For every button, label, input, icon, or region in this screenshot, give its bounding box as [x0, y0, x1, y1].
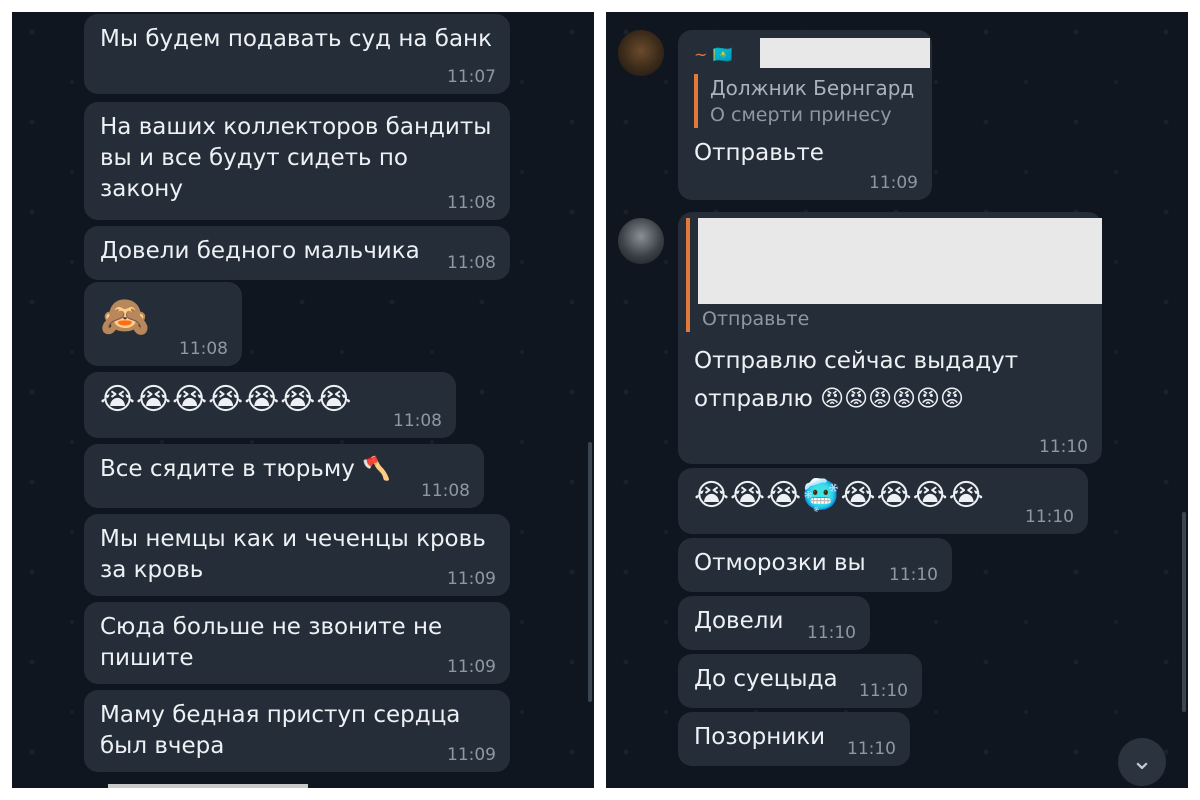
- message-time: 11:10: [847, 739, 896, 759]
- message-time: 11:10: [889, 565, 938, 585]
- message-time: 11:07: [447, 67, 496, 87]
- chevron-double-down-icon[interactable]: ⌄: [1118, 738, 1166, 786]
- message-text: Довели бедного мальчика: [100, 238, 420, 264]
- message-time: 11:08: [393, 411, 442, 431]
- message-time: 11:08: [179, 339, 228, 359]
- message-text: Отправлю сейчас выдадут отправлю 😡😡😡😡😡😡: [694, 348, 1019, 412]
- redacted-quote-author: [698, 218, 1102, 304]
- reply-message-bubble[interactable]: ~ 🇰🇿 Должник Бернгард О смерти принесу О…: [678, 30, 932, 200]
- quote-author: Должник Бернгард: [710, 76, 915, 100]
- message-text: На ваших коллекторов бандиты вы и все бу…: [100, 114, 492, 202]
- message-time: 11:08: [421, 481, 470, 501]
- message-bubble[interactable]: Довели бедного мальчика 11:08: [84, 226, 510, 280]
- message-time: 11:08: [447, 193, 496, 213]
- input-bar-edge: [108, 784, 308, 788]
- message-text: Мы будем подавать суд на банк: [100, 26, 492, 52]
- crying-emojis: 😭😭😭🥶😭😭😭😭: [694, 478, 985, 513]
- message-time: 11:10: [1025, 507, 1074, 527]
- message-bubble[interactable]: 😭😭😭🥶😭😭😭😭 11:10: [678, 468, 1088, 534]
- message-bubble[interactable]: Отморозки вы 11:10: [678, 538, 952, 592]
- crying-emojis: 😭😭😭😭😭😭😭: [100, 382, 353, 417]
- message-bubble[interactable]: Довели 11:10: [678, 596, 870, 650]
- message-bubble[interactable]: Мы будем подавать суд на банк 11:07: [84, 14, 510, 94]
- message-text: Отправьте: [694, 140, 824, 166]
- sender-name[interactable]: ~ 🇰🇿: [694, 45, 732, 64]
- monkey-emoji: 🙈: [100, 294, 151, 340]
- right-chat-panel: ~ 🇰🇿 Должник Бернгард О смерти принесу О…: [606, 12, 1188, 788]
- message-bubble[interactable]: 🙈 11:08: [84, 282, 242, 366]
- scrollbar[interactable]: [1182, 512, 1186, 712]
- message-text: Сюда больше не звоните не пишите: [100, 614, 443, 671]
- message-bubble[interactable]: На ваших коллекторов бандиты вы и все бу…: [84, 102, 510, 220]
- message-time: 11:10: [1039, 437, 1088, 457]
- quote-text: Отправьте: [702, 308, 810, 330]
- reply-quote[interactable]: Должник Бернгард О смерти принесу: [694, 74, 916, 128]
- message-time: 11:09: [447, 745, 496, 765]
- redacted-name: [760, 38, 930, 68]
- message-bubble[interactable]: Позорники 11:10: [678, 712, 910, 766]
- message-bubble[interactable]: Сюда больше не звоните не пишите 11:09: [84, 602, 510, 684]
- message-time: 11:08: [447, 253, 496, 273]
- reply-message-bubble[interactable]: Отправьте Отправлю сейчас выдадут отправ…: [678, 212, 1102, 464]
- message-bubble[interactable]: Все сядите в тюрьму 🪓 11:08: [84, 444, 484, 508]
- message-text: Маму бедная приступ сердца был вчера: [100, 702, 461, 759]
- message-text: Все сядите в тюрьму 🪓: [100, 456, 391, 482]
- message-time: 11:10: [859, 681, 908, 701]
- message-time: 11:09: [869, 173, 918, 193]
- message-time: 11:09: [447, 657, 496, 677]
- message-time: 11:10: [807, 623, 856, 643]
- message-text: Мы немцы как и чеченцы кровь за кровь: [100, 526, 486, 583]
- sender-avatar[interactable]: [618, 218, 664, 264]
- message-bubble[interactable]: 😭😭😭😭😭😭😭 11:08: [84, 372, 456, 438]
- message-time: 11:09: [447, 569, 496, 589]
- message-bubble[interactable]: До суецыда 11:10: [678, 654, 922, 708]
- sender-avatar[interactable]: [618, 30, 664, 76]
- message-bubble[interactable]: Мы немцы как и чеченцы кровь за кровь 11…: [84, 514, 510, 596]
- message-bubble[interactable]: Маму бедная приступ сердца был вчера 11:…: [84, 690, 510, 772]
- scrollbar[interactable]: [588, 442, 592, 702]
- sender-name-row: ~ 🇰🇿: [694, 38, 930, 68]
- quote-text: О смерти принесу: [710, 104, 892, 126]
- reply-quote[interactable]: Отправьте: [686, 218, 1102, 332]
- left-chat-panel: Мы будем подавать суд на банк 11:07 На в…: [12, 12, 594, 788]
